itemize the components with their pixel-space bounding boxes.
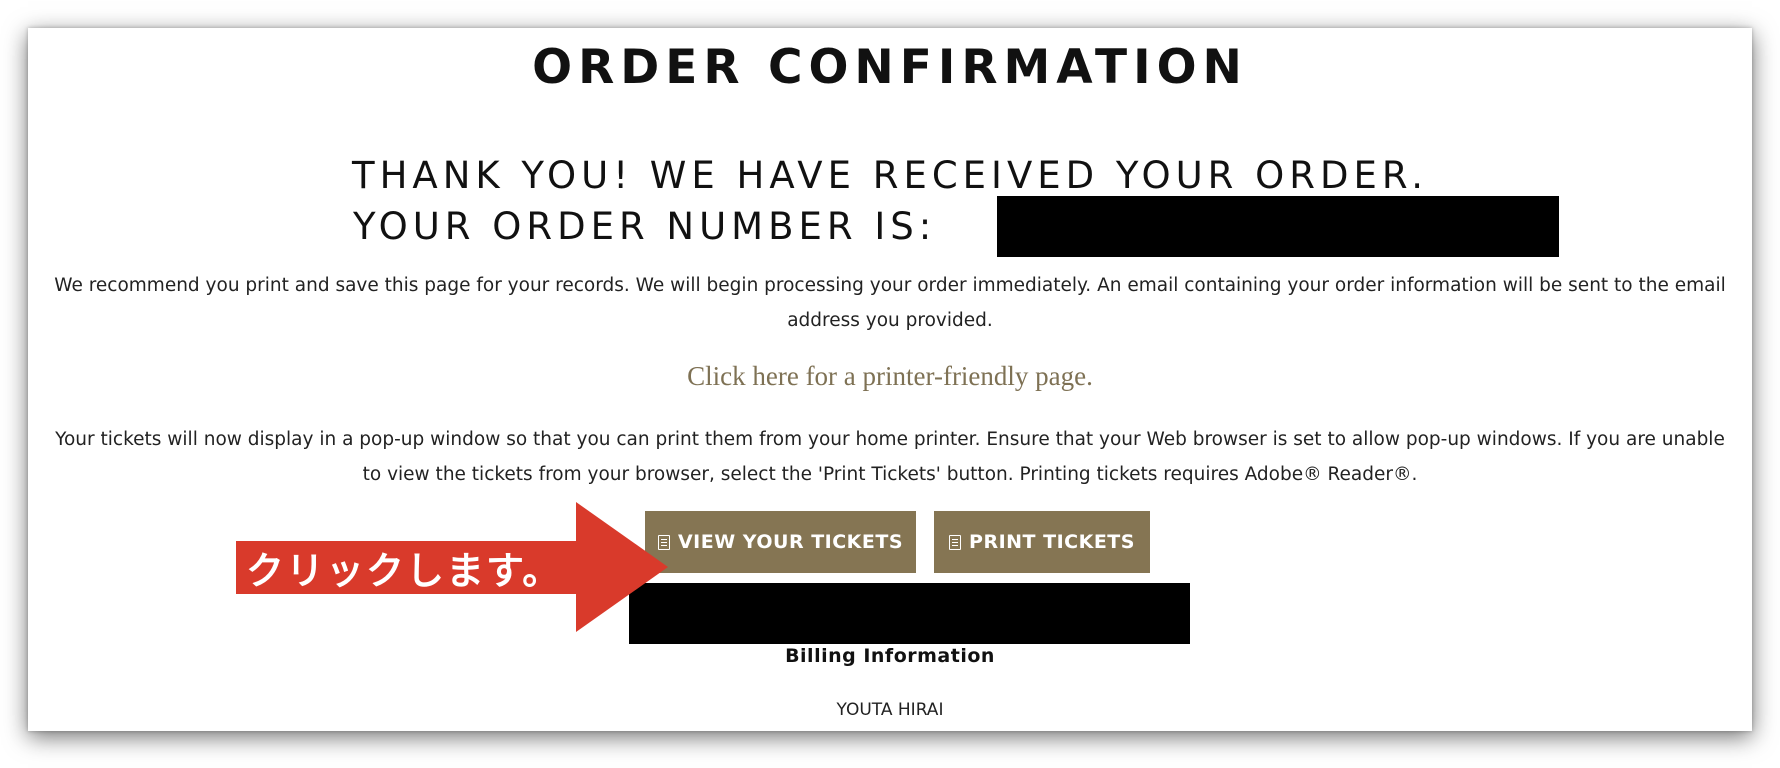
page-frame: ORDER CONFIRMATION THANK YOU! WE HAVE RE… — [28, 28, 1752, 731]
redacted-block — [629, 583, 1190, 644]
print-tickets-button[interactable]: PRINT TICKETS — [934, 511, 1150, 573]
annotation-arrow-icon — [576, 502, 668, 632]
view-tickets-label: VIEW YOUR TICKETS — [677, 531, 904, 553]
billing-name: YOUTA HIRAI — [836, 700, 944, 720]
printer-friendly-link[interactable]: Click here for a printer-friendly page. — [28, 361, 1752, 392]
thank-you-heading: THANK YOU! WE HAVE RECEIVED YOUR ORDER. — [351, 154, 1428, 197]
records-notice: We recommend you print and save this pag… — [54, 275, 1726, 331]
order-number-label: YOUR ORDER NUMBER IS: — [353, 204, 937, 248]
printer-icon — [949, 534, 962, 550]
order-number-redacted — [997, 196, 1559, 257]
view-tickets-button[interactable]: VIEW YOUR TICKETS — [645, 511, 916, 573]
popup-notice: Your tickets will now display in a pop-u… — [55, 429, 1725, 485]
page-title: ORDER CONFIRMATION — [532, 40, 1248, 95]
annotation-label: クリックします。 — [236, 541, 579, 594]
order-number-line: YOUR ORDER NUMBER IS: — [353, 196, 936, 256]
print-tickets-label: PRINT TICKETS — [969, 531, 1135, 553]
billing-information-heading: Billing Information — [785, 645, 995, 667]
